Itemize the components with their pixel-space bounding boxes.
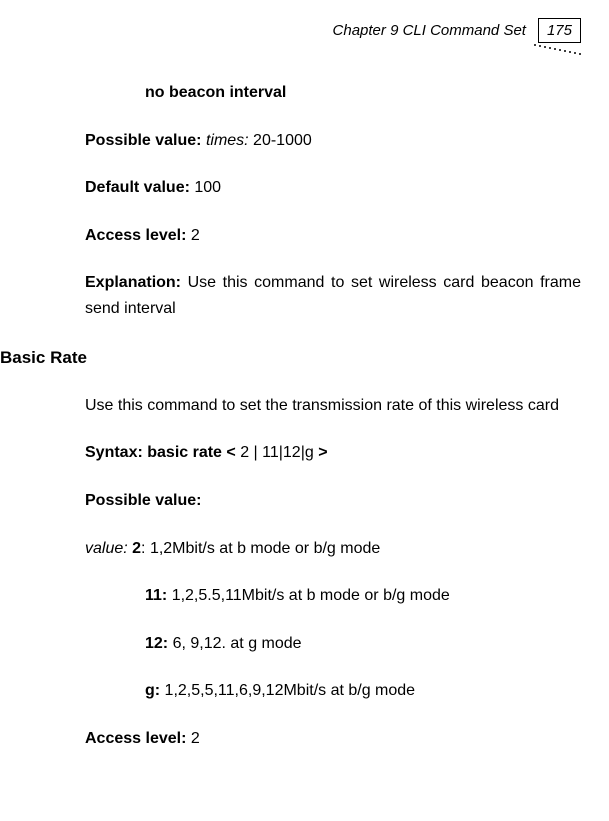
possible-value-line: Possible value: times: 20-1000 <box>85 128 581 154</box>
command-title: no beacon interval <box>145 80 581 106</box>
value-11-text: 1,2,5.5,11Mbit/s at b mode or b/g mode <box>172 587 450 604</box>
page-content: no beacon interval Possible value: times… <box>0 80 581 774</box>
basic-rate-desc: Use this command to set the transmission… <box>85 393 581 419</box>
value-param: value: <box>85 540 128 557</box>
default-value-label: Default value: <box>85 179 194 196</box>
value-g-text: 1,2,5,5,11,6,9,12Mbit/s at b/g mode <box>165 682 416 699</box>
page-header: Chapter 9 CLI Command Set 175 <box>333 18 581 43</box>
access-level-label: Access level: <box>85 227 191 244</box>
explanation-line: Explanation: Use this command to set wir… <box>85 270 581 321</box>
possible-value-param: times: <box>206 132 249 149</box>
access-level-val-2: 2 <box>191 730 200 747</box>
syntax-close: > <box>314 444 328 461</box>
default-value-line: Default value: 100 <box>85 175 581 201</box>
value-2-label: 2 <box>128 540 141 557</box>
access-level-line: Access level: 2 <box>85 223 581 249</box>
dotted-trail <box>532 44 581 55</box>
possible-value-range: 20-1000 <box>249 132 312 149</box>
value-11-label: 11: <box>145 587 172 604</box>
possible-value-heading: Possible value: <box>85 488 581 514</box>
value-12-text: 6, 9,12. at g mode <box>173 635 302 652</box>
value-11-line: 11: 1,2,5.5,11Mbit/s at b mode or b/g mo… <box>145 583 581 609</box>
syntax-vals: 2 | 11|12|g <box>240 444 314 461</box>
chapter-title: Chapter 9 CLI Command Set <box>333 22 526 39</box>
value-12-line: 12: 6, 9,12. at g mode <box>145 631 581 657</box>
default-value-val: 100 <box>194 179 221 196</box>
possible-value-2: Possible value: <box>85 492 202 509</box>
value-2-text: : 1,2Mbit/s at b mode or b/g mode <box>141 540 380 557</box>
access-level-label-2: Access level: <box>85 730 191 747</box>
possible-value-label: Possible value: <box>85 132 206 149</box>
value-g-label: g: <box>145 682 165 699</box>
value-12-label: 12: <box>145 635 173 652</box>
syntax-line: Syntax: basic rate < 2 | 11|12|g > <box>85 440 581 466</box>
access-level-val: 2 <box>191 227 200 244</box>
no-beacon-interval-text: no beacon interval <box>145 84 286 101</box>
basic-rate-heading: Basic Rate <box>0 344 581 371</box>
syntax-label: Syntax: basic rate < <box>85 444 240 461</box>
value-g-line: g: 1,2,5,5,11,6,9,12Mbit/s at b/g mode <box>145 678 581 704</box>
access-level-line-2: Access level: 2 <box>85 726 581 752</box>
explanation-label: Explanation: <box>85 274 188 291</box>
page-number: 175 <box>538 18 581 43</box>
value-2-line: value: 2: 1,2Mbit/s at b mode or b/g mod… <box>85 536 581 562</box>
